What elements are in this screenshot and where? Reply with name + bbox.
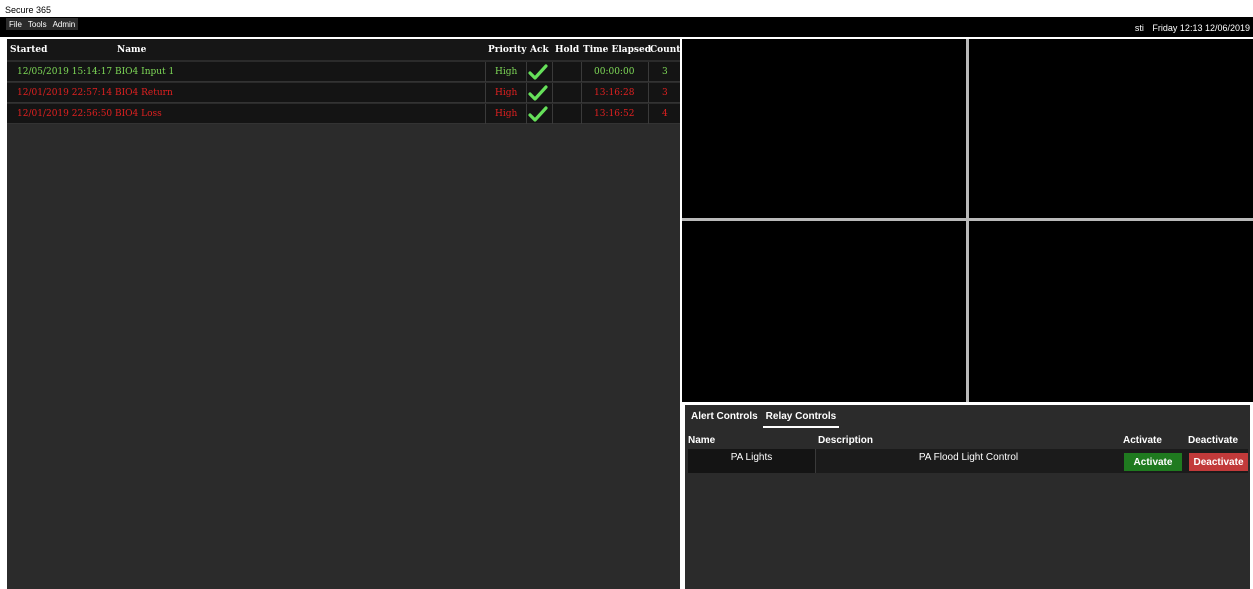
alarm-time-elapsed: 00:00:00: [594, 67, 635, 77]
header-relay-description: Description: [818, 435, 874, 446]
camera-tile-1[interactable]: [682, 39, 966, 218]
column-divider: [581, 104, 582, 124]
alarm-time-elapsed: 13:16:52: [594, 109, 635, 119]
ack-check-icon[interactable]: [528, 64, 548, 81]
camera-grid: [682, 39, 1253, 402]
table-row[interactable]: 12/05/2019 15:14:17 BIO4 Input 1 High 00…: [7, 62, 680, 82]
alarm-count: 3: [662, 88, 668, 98]
column-divider: [526, 83, 527, 103]
header-deactivate: Deactivate: [1188, 435, 1239, 446]
header-ack[interactable]: Ack: [530, 45, 549, 55]
header-relay-name: Name: [688, 435, 716, 446]
column-divider: [581, 62, 582, 82]
alarm-started: 12/01/2019 22:56:50: [17, 109, 113, 119]
column-divider: [581, 83, 582, 103]
camera-tile-4[interactable]: [969, 221, 1253, 402]
camera-tile-2[interactable]: [969, 39, 1253, 218]
table-row[interactable]: 12/01/2019 22:57:14 BIO4 Return High 13:…: [7, 83, 680, 103]
alarm-count: 3: [662, 67, 668, 77]
control-tabs: Alert Controls Relay Controls: [688, 411, 841, 428]
alarm-panel: Started Name Priority Ack Hold Time Elap…: [7, 39, 680, 589]
tab-relay-controls[interactable]: Relay Controls: [762, 411, 840, 428]
column-divider: [648, 62, 649, 82]
column-divider: [648, 104, 649, 124]
column-divider: [552, 104, 553, 124]
header-hold[interactable]: Hold: [555, 45, 579, 55]
column-divider: [552, 83, 553, 103]
activate-button[interactable]: Activate: [1124, 453, 1182, 471]
relay-description: PA Flood Light Control: [918, 452, 1019, 463]
control-panel: Alert Controls Relay Controls Name Descr…: [682, 402, 1253, 589]
header-activate: Activate: [1123, 435, 1162, 446]
control-panel-body: Alert Controls Relay Controls Name Descr…: [685, 405, 1250, 589]
relay-name: PA Lights: [688, 449, 816, 473]
alarm-count: 4: [662, 109, 668, 119]
header-count[interactable]: Count: [650, 45, 680, 55]
table-row: PA Lights PA Flood Light Control Activat…: [688, 449, 1248, 473]
top-bar: File Tools Admin sti Friday 12:13 12/06/…: [0, 17, 1253, 37]
alarm-time-elapsed: 13:16:28: [594, 88, 635, 98]
column-divider: [485, 62, 486, 82]
alarm-name: BIO4 Return: [115, 88, 173, 98]
ack-check-icon[interactable]: [528, 85, 548, 102]
column-divider: [485, 83, 486, 103]
alarm-priority: High: [495, 67, 518, 77]
header-priority[interactable]: Priority: [488, 45, 526, 55]
alarm-name: BIO4 Input 1: [115, 67, 175, 77]
current-user: sti: [1134, 23, 1144, 33]
header-started[interactable]: Started: [10, 45, 47, 55]
column-divider: [552, 62, 553, 82]
menu-tools[interactable]: Tools: [28, 20, 47, 29]
relay-table-header: Name Description Activate Deactivate: [685, 433, 1250, 447]
current-datetime: Friday 12:13 12/06/2019: [1152, 23, 1250, 33]
table-row[interactable]: 12/01/2019 22:56:50 BIO4 Loss High 13:16…: [7, 104, 680, 124]
column-divider: [526, 104, 527, 124]
menu-bar: File Tools Admin: [6, 18, 79, 30]
status-area: sti Friday 12:13 12/06/2019: [1135, 23, 1250, 33]
alarm-name: BIO4 Loss: [115, 109, 162, 119]
menu-file[interactable]: File: [9, 20, 22, 29]
column-divider: [485, 104, 486, 124]
alarm-started: 12/01/2019 22:57:14: [17, 88, 113, 98]
window-title: Secure 365: [0, 0, 1253, 17]
tab-alert-controls[interactable]: Alert Controls: [688, 411, 761, 428]
app-window: Secure 365 File Tools Admin sti Friday 1…: [0, 0, 1253, 589]
ack-check-icon[interactable]: [528, 106, 548, 123]
menu-admin[interactable]: Admin: [53, 20, 76, 29]
deactivate-button[interactable]: Deactivate: [1189, 453, 1248, 471]
header-name[interactable]: Name: [117, 45, 146, 55]
header-time-elapsed[interactable]: Time Elapsed: [583, 45, 651, 55]
column-divider: [526, 62, 527, 82]
alarm-started: 12/05/2019 15:14:17: [17, 67, 113, 77]
alarm-priority: High: [495, 88, 518, 98]
column-divider: [648, 83, 649, 103]
camera-tile-3[interactable]: [682, 221, 966, 402]
alarm-priority: High: [495, 109, 518, 119]
alarm-table-header: Started Name Priority Ack Hold Time Elap…: [7, 39, 680, 60]
